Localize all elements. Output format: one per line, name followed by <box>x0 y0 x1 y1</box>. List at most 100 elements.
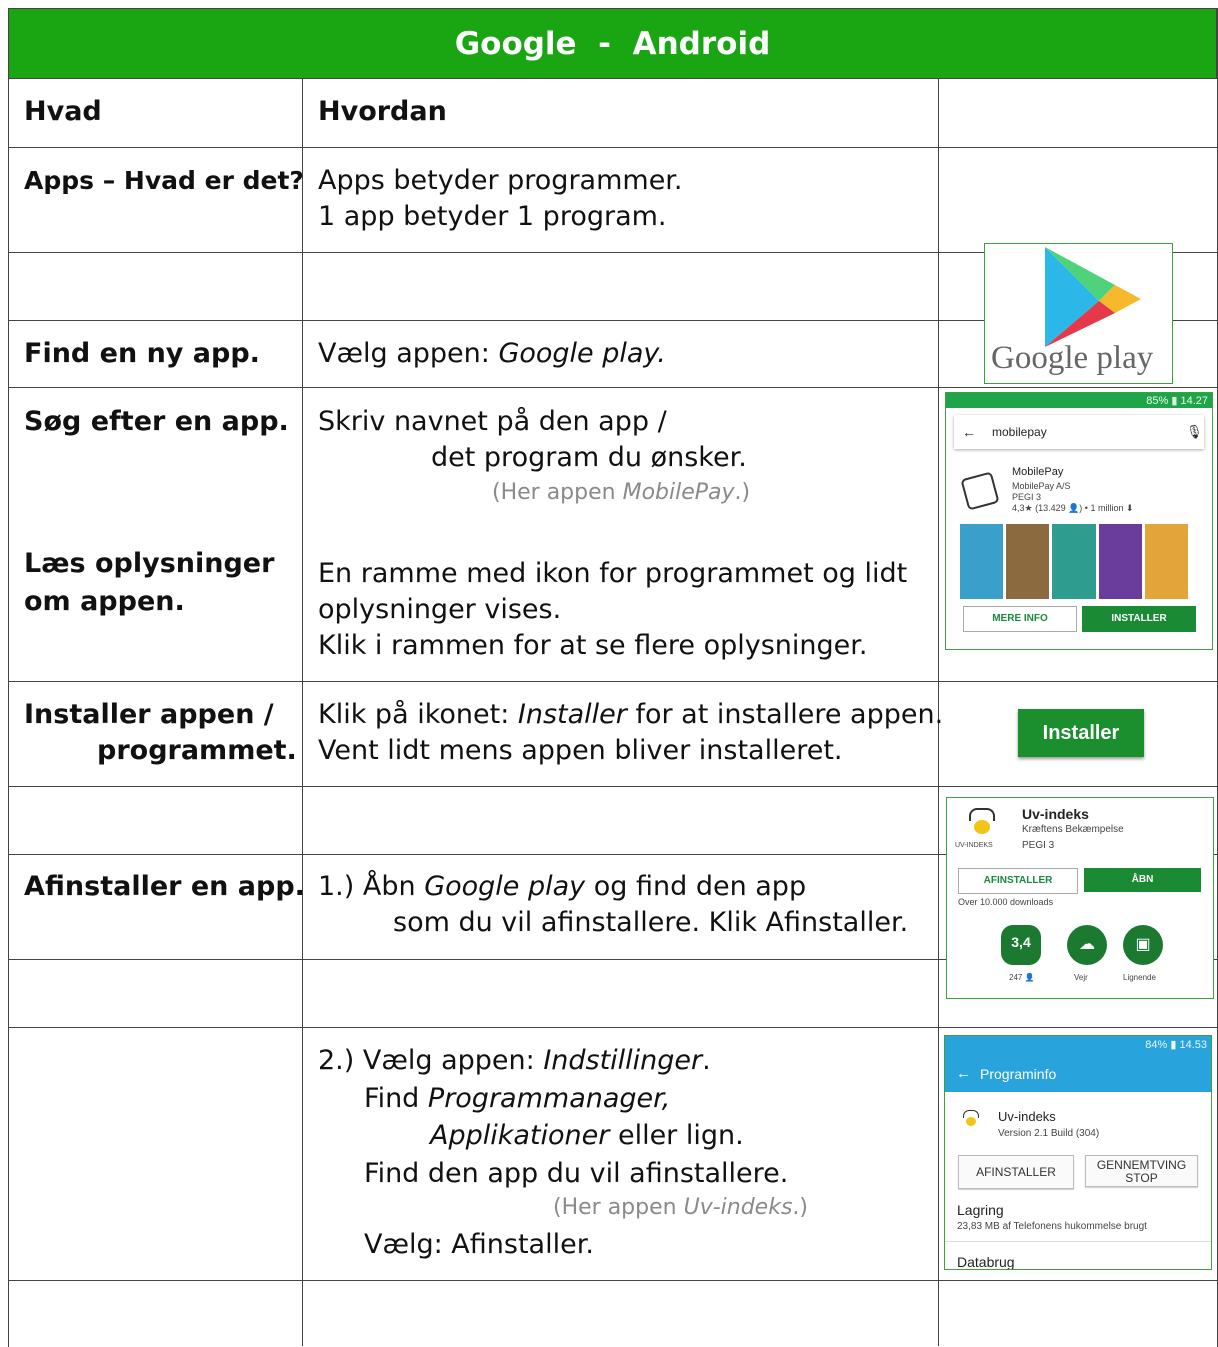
settings-text: 2.) Vælg appen: <box>318 1045 544 1076</box>
mobilepay-app-name: MobilePay <box>1012 466 1064 478</box>
row-apps-how-1: Apps betyder programmer. <box>318 165 683 196</box>
row-read-how-2: oplysninger vises. <box>318 594 562 625</box>
note-app: Uv-indeks <box>683 1195 793 1220</box>
row-divider <box>8 681 1217 682</box>
status-bar: 85% ▮ 14.27 <box>946 393 1212 408</box>
microphone-icon[interactable]: 🎙 <box>1186 424 1203 440</box>
row-install-how-2: Vent lidt mens appen bliver installeret. <box>318 735 843 766</box>
uninstall-button[interactable]: AFINSTALLER <box>958 868 1078 894</box>
storage-title: Lagring <box>957 1202 1004 1218</box>
weather-label: Vejr <box>1074 973 1088 982</box>
row-search-what: Søg efter en app. <box>24 406 289 437</box>
uninstall-text-end: og find den app <box>585 871 807 902</box>
settings-programmanager: Programmanager, <box>427 1083 671 1114</box>
install-button[interactable]: INSTALLER <box>1082 606 1196 632</box>
note-end: .) <box>792 1195 808 1220</box>
settings-dot: . <box>702 1045 711 1076</box>
search-bar[interactable]: ← mobilepay 🎙 <box>954 415 1204 449</box>
divider <box>945 1241 1211 1242</box>
row-find-what: Find en ny app. <box>24 338 260 369</box>
row-read-how-1: En ramme med ikon for programmet og lidt <box>318 558 908 589</box>
search-input[interactable]: mobilepay <box>992 425 1047 439</box>
programinfo-version: Version 2.1 Build (304) <box>998 1128 1100 1139</box>
row-settings-how-3: Applikationer eller lign. <box>430 1118 744 1154</box>
row-install-what-2: programmet. <box>97 735 297 766</box>
app-screenshot <box>1052 524 1096 599</box>
uv-indeks-small-logo <box>962 1110 980 1128</box>
row-settings-how-5: Vælg: Afinstaller. <box>364 1229 594 1260</box>
row-find-how-text: Vælg appen: <box>318 338 499 369</box>
header-bar: Google - Android <box>8 8 1217 79</box>
column-header-what: Hvad <box>24 96 102 127</box>
open-button[interactable]: ÅBN <box>1084 868 1201 892</box>
row-divider <box>8 147 1217 148</box>
similar-apps-icon[interactable]: ▣ <box>1123 925 1163 965</box>
mobilepay-developer: MobilePay A/S <box>1012 481 1071 491</box>
row-install-what-1: Installer appen / <box>24 699 274 730</box>
back-arrow-icon[interactable]: ← <box>962 424 976 440</box>
mobilepay-screenshot: 85% ▮ 14.27 ← mobilepay 🎙 MobilePay Mobi… <box>945 392 1213 650</box>
install-text-end: for at installere appen. <box>626 699 944 730</box>
uv-indeks-screenshot: UV-INDEKS Uv-indeks Kræftens Bekæmpelse … <box>946 797 1214 999</box>
rating-count: 247 👤 <box>1009 973 1035 982</box>
storage-detail: 23,83 MB af Telefonens hukommelse brugt <box>957 1221 1147 1232</box>
row-install-how-1: Klik på ikonet: Installer for at install… <box>318 697 943 733</box>
row-divider <box>8 387 1217 388</box>
row-apps-how-2: 1 app betyder 1 program. <box>318 201 667 232</box>
uv-pegi: PEGI 3 <box>1022 840 1055 851</box>
uv-downloads: Over 10.000 downloads <box>958 897 1054 907</box>
app-bar: ← Programinfo <box>945 1056 1211 1092</box>
settings-find: Find <box>364 1083 428 1114</box>
row-read-what-1: Læs oplysninger <box>24 548 275 579</box>
column-divider <box>302 79 303 1346</box>
uv-developer: Kræftens Bekæmpelse <box>1022 824 1124 835</box>
settings-applikationer: Applikationer <box>430 1120 610 1151</box>
weather-icon[interactable]: ☁ <box>1067 925 1107 965</box>
row-divider <box>8 1027 1217 1028</box>
row-find-how-app: Google play. <box>498 338 666 369</box>
installer-button[interactable]: Installer <box>1018 709 1144 757</box>
status-bar: 84% ▮ 14.53 <box>945 1036 1211 1056</box>
uninstall-text: 1.) Åbn <box>318 871 425 902</box>
row-read-how-3: Klik i rammen for at se flere oplysninge… <box>318 630 868 661</box>
force-stop-line2: STOP <box>1125 1171 1158 1185</box>
note-app: MobilePay <box>622 480 735 505</box>
row-divider <box>8 1280 1217 1281</box>
row-divider <box>8 786 1217 787</box>
column-header-how: Hvordan <box>318 96 447 127</box>
row-find-how: Vælg appen: Google play. <box>318 336 666 372</box>
rating-badge: 3,4 <box>1001 925 1041 965</box>
uv-indeks-logo <box>969 808 995 834</box>
app-screenshot <box>1144 524 1189 599</box>
row-settings-how-4: Find den app du vil afinstallere. <box>364 1158 789 1189</box>
google-play-text: Google play <box>991 340 1154 376</box>
settings-or: eller lign. <box>609 1120 744 1151</box>
programinfo-screenshot: 84% ▮ 14.53 ← Programinfo Uv-indeks Vers… <box>944 1035 1212 1270</box>
uv-app-name: Uv-indeks <box>1022 806 1089 822</box>
row-apps-what: Apps – Hvad er det? <box>24 166 304 195</box>
uninstall-button[interactable]: AFINSTALLER <box>958 1155 1074 1189</box>
install-text: Klik på ikonet: <box>318 699 518 730</box>
row-search-how-1: Skriv navnet på den app / <box>318 406 667 437</box>
row-read-what-2: om appen. <box>24 586 185 617</box>
force-stop-button[interactable]: GENNEMTVING STOP <box>1085 1155 1198 1187</box>
more-info-button[interactable]: MERE INFO <box>963 606 1077 632</box>
app-screenshot <box>960 524 1004 599</box>
app-screenshot <box>1098 524 1142 599</box>
row-search-how-2: det program du ønsker. <box>431 442 747 473</box>
app-screenshot <box>1006 524 1050 599</box>
row-settings-how-1: 2.) Vælg appen: Indstillinger. <box>318 1043 711 1079</box>
programinfo-app-name: Uv-indeks <box>998 1109 1056 1124</box>
data-usage-title: Databrug <box>957 1254 1015 1270</box>
uv-logo-caption: UV-INDEKS <box>955 842 993 849</box>
app-screenshots[interactable] <box>960 524 1189 599</box>
similar-label: Lignende <box>1123 973 1156 982</box>
row-uninstall-how-2: som du vil afinstallere. Klik Afinstalle… <box>393 907 909 938</box>
uninstall-app: Google play <box>424 871 586 902</box>
rating-value: 3,4 <box>1011 934 1031 950</box>
back-arrow-icon[interactable]: ← <box>956 1065 971 1082</box>
play-triangle-icon <box>1045 247 1141 347</box>
note-text: (Her appen <box>492 480 623 505</box>
google-play-logo: Google play <box>984 243 1173 384</box>
settings-app: Indstillinger <box>543 1045 703 1076</box>
